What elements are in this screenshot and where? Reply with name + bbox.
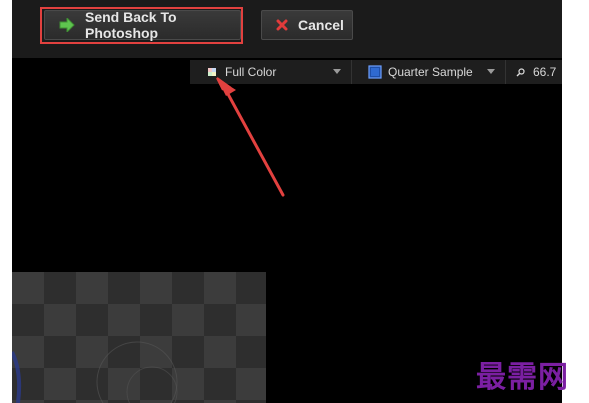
color-mode-dropdown[interactable]: Full Color — [190, 60, 352, 84]
full-color-icon — [208, 68, 216, 76]
image-preview-graphic — [12, 341, 178, 403]
cancel-button[interactable]: Cancel — [261, 10, 353, 40]
zoom-control[interactable]: 66.7 — [510, 60, 562, 84]
close-x-icon — [276, 19, 288, 31]
cancel-label: Cancel — [298, 17, 344, 33]
view-options-bar: Full Color Quarter Sample 66.7 — [190, 60, 562, 84]
sample-mode-dropdown[interactable]: Quarter Sample — [354, 60, 506, 84]
chevron-down-icon — [333, 69, 341, 74]
magnifier-icon — [516, 67, 525, 77]
watermark-text: 最需网 — [476, 360, 569, 395]
highlight-annotation — [40, 7, 243, 44]
color-mode-label: Full Color — [225, 65, 277, 79]
chevron-down-icon — [487, 69, 495, 74]
app-window: Send Back To Photoshop Cancel Full Color… — [0, 0, 589, 403]
transparency-checkerboard — [12, 272, 266, 403]
quarter-sample-icon — [368, 65, 382, 79]
zoom-value: 66.7 — [533, 65, 557, 79]
sample-mode-label: Quarter Sample — [388, 65, 473, 79]
